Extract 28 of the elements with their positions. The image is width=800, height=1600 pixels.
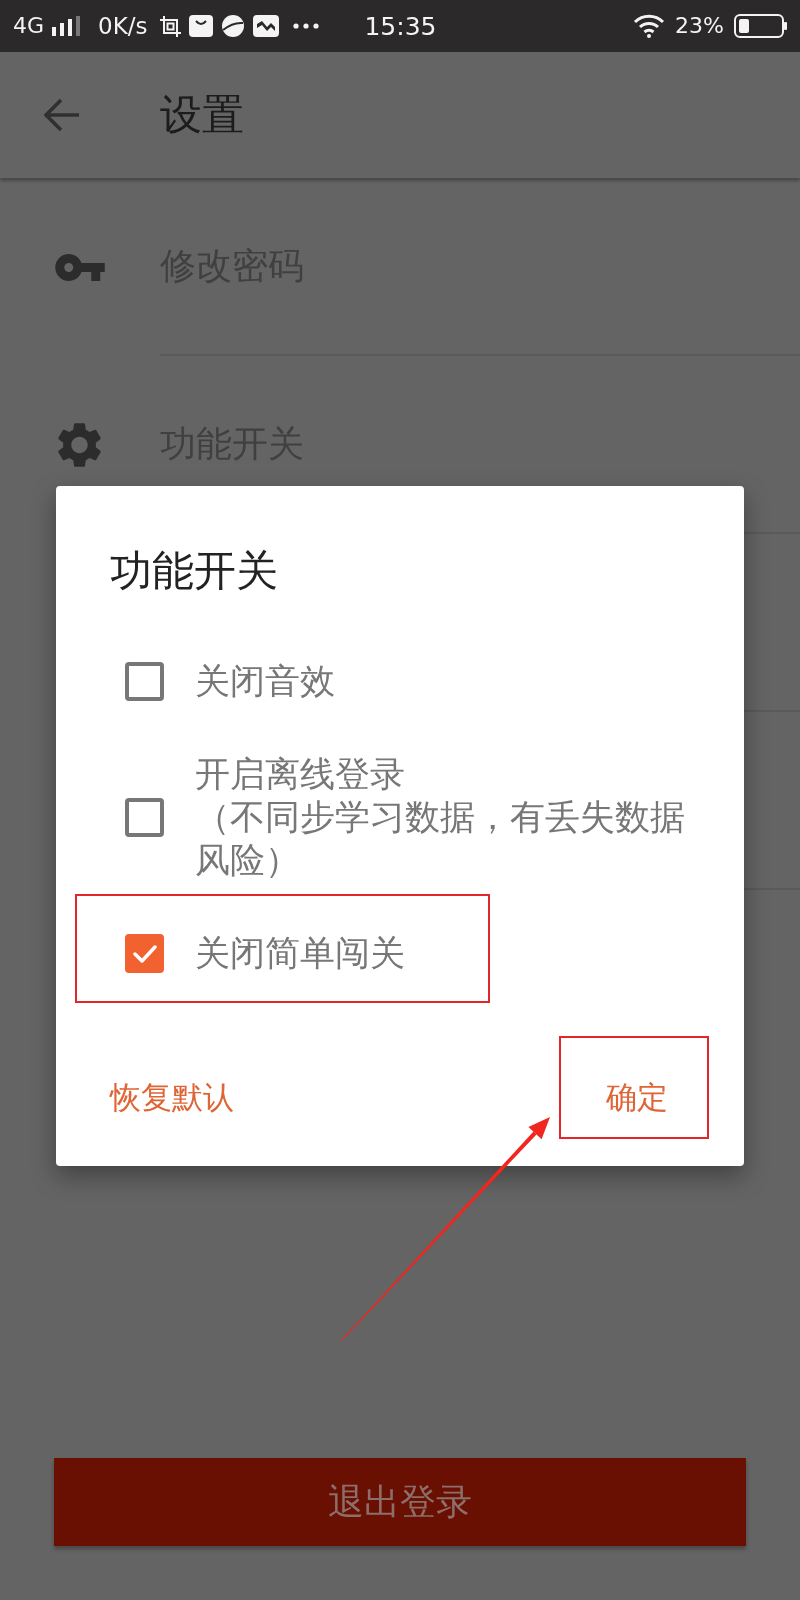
smile-tile-icon [188, 15, 213, 37]
option-label[interactable]: 开启离线登录 [195, 753, 405, 796]
battery-percent: 23% [675, 15, 724, 37]
checkbox[interactable] [125, 934, 164, 973]
network-speed: 0K/s [98, 14, 148, 38]
signal-icon [52, 16, 83, 36]
planet-icon [220, 14, 245, 38]
gear-icon [57, 422, 102, 468]
battery-icon [734, 14, 788, 38]
checkmark-icon [132, 944, 157, 963]
reset-button[interactable]: 恢复默认 [98, 1067, 246, 1127]
wifi-icon [633, 14, 666, 38]
checkbox[interactable] [125, 798, 164, 837]
key-icon [55, 253, 105, 281]
checkbox[interactable] [125, 662, 164, 701]
crop-frame-icon [159, 15, 181, 37]
option-label[interactable]: 关闭简单闯关 [195, 932, 405, 975]
more-dots-icon [292, 23, 319, 29]
confirm-button[interactable]: 确定 [594, 1067, 680, 1127]
network-type: 4G [13, 15, 45, 37]
clock-time: 15:35 [364, 13, 437, 39]
dialog-title: 功能开关 [110, 546, 278, 596]
page-title: 设置 [160, 89, 244, 141]
option-label[interactable]: 关闭音效 [195, 660, 335, 703]
option-note: （不同步学习数据，有丢失数据风险） [195, 796, 686, 882]
back-icon[interactable] [44, 98, 80, 132]
logout-button[interactable]: 退出登录 [54, 1458, 746, 1546]
wave-tile-icon [252, 15, 279, 37]
